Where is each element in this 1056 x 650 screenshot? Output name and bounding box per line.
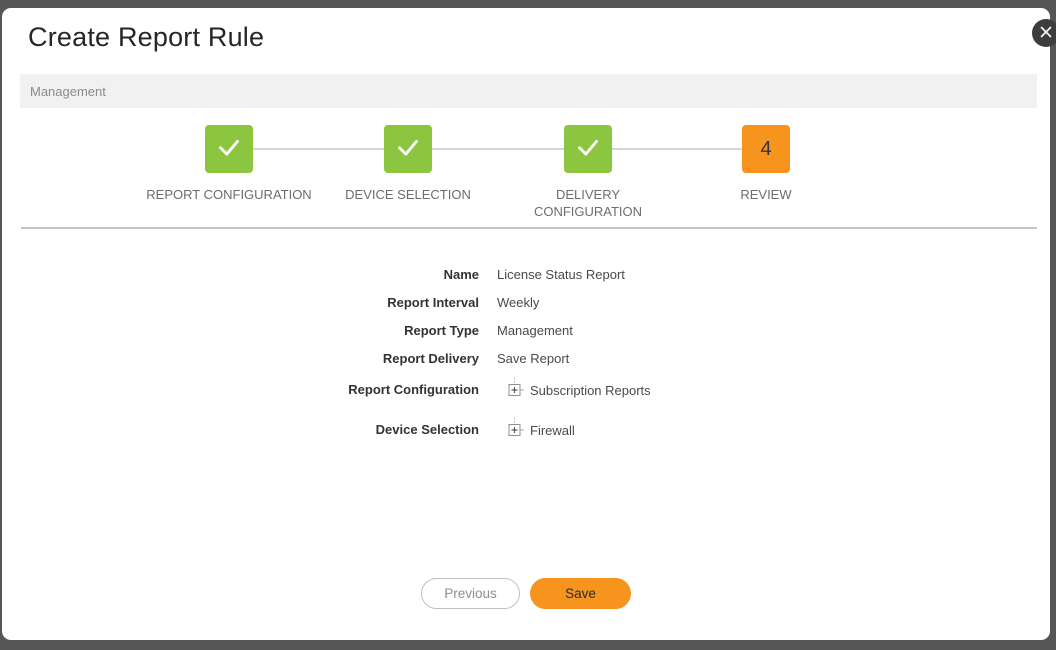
field-label: Name xyxy=(2,267,479,282)
review-summary: Name License Status Report Report Interv… xyxy=(2,260,1050,456)
field-label: Report Configuration xyxy=(2,376,479,397)
step-4-number: 4 xyxy=(760,138,771,161)
field-label: Report Type xyxy=(2,323,479,338)
checkmark-icon xyxy=(571,130,605,169)
summary-row-device-selection: Device Selection Firewall xyxy=(2,416,1050,456)
summary-row-report-type: Report Type Management xyxy=(2,316,1050,344)
create-report-rule-dialog: Create Report Rule Management REPORT CON… xyxy=(2,8,1050,640)
close-button[interactable] xyxy=(1032,19,1056,47)
field-label: Device Selection xyxy=(2,416,479,437)
content-divider xyxy=(21,227,1037,229)
save-button[interactable]: Save xyxy=(530,578,631,609)
summary-row-report-delivery: Report Delivery Save Report xyxy=(2,344,1050,372)
field-value: Save Report xyxy=(497,351,569,366)
field-label: Report Delivery xyxy=(2,351,479,366)
management-section-header: Management xyxy=(20,74,1037,108)
step-3-label: DELIVERY CONFIGURATION xyxy=(513,186,663,220)
field-label: Report Interval xyxy=(2,295,479,310)
tree-node-label: Firewall xyxy=(530,423,575,438)
step-4-box[interactable]: 4 xyxy=(742,125,790,173)
field-value: Subscription Reports xyxy=(507,376,651,402)
page-title: Create Report Rule xyxy=(28,22,264,53)
modal-backdrop: Create Report Rule Management REPORT CON… xyxy=(0,0,1056,650)
expand-plus-icon[interactable] xyxy=(507,418,525,442)
summary-row-name: Name License Status Report xyxy=(2,260,1050,288)
close-icon xyxy=(1040,26,1052,41)
tree-node-label: Subscription Reports xyxy=(530,383,651,398)
step-1-box[interactable] xyxy=(205,125,253,173)
field-value: Firewall xyxy=(507,416,575,442)
step-4-label: REVIEW xyxy=(656,186,876,203)
dialog-footer: Previous Save xyxy=(2,578,1050,609)
step-2-box[interactable] xyxy=(384,125,432,173)
checkmark-icon xyxy=(212,130,246,169)
step-review[interactable]: 4 REVIEW xyxy=(656,125,876,204)
summary-row-report-configuration: Report Configuration Subscription Report… xyxy=(2,376,1050,416)
wizard-stepper: REPORT CONFIGURATION DEVICE SELECTION DE… xyxy=(2,125,1050,235)
previous-button[interactable]: Previous xyxy=(421,578,520,609)
field-value: Management xyxy=(497,323,573,338)
step-3-box[interactable] xyxy=(564,125,612,173)
summary-row-report-interval: Report Interval Weekly xyxy=(2,288,1050,316)
section-header-label: Management xyxy=(30,84,106,99)
field-value: Weekly xyxy=(497,295,539,310)
field-value: License Status Report xyxy=(497,267,625,282)
expand-plus-icon[interactable] xyxy=(507,378,525,402)
checkmark-icon xyxy=(391,130,425,169)
